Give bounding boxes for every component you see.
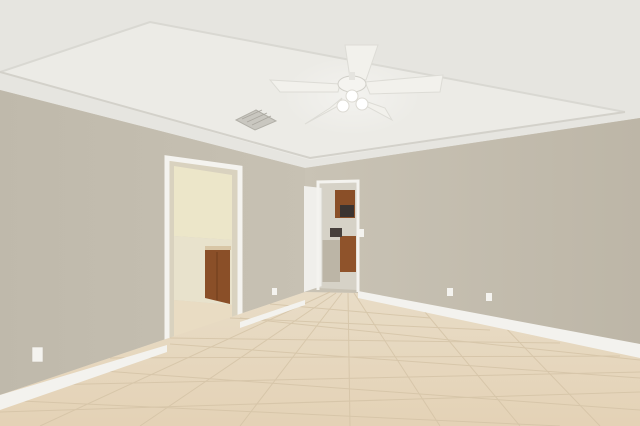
light-switch-icon (359, 229, 364, 237)
room-photo (0, 0, 640, 426)
outlet-icon (486, 293, 492, 301)
outlet-icon (31, 346, 44, 363)
kitchen-lower-cabinet (340, 236, 356, 272)
kitchen-doorway (304, 179, 360, 292)
outlet-icon (447, 288, 453, 296)
outlet-icon (272, 288, 277, 295)
